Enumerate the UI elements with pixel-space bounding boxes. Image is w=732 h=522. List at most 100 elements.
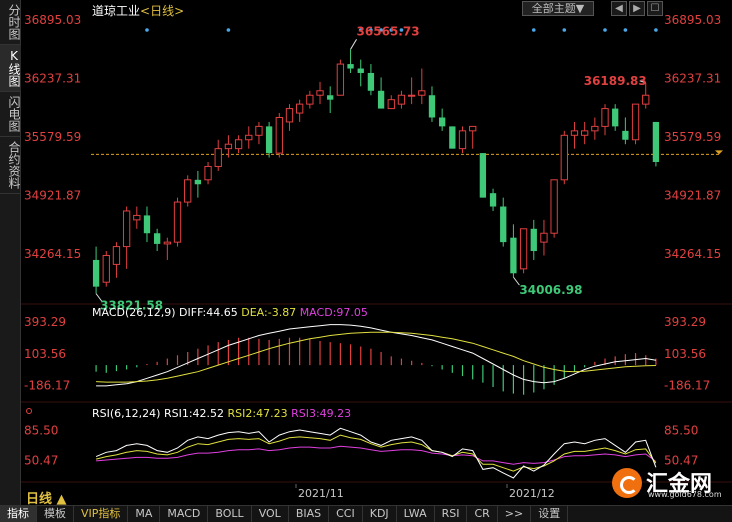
price-axis-label-right: 35579.59 [664, 130, 721, 144]
candle-body-down [439, 117, 446, 127]
date-label: 2021/11 [298, 487, 344, 500]
price-axis-label-right: 34921.87 [664, 189, 721, 203]
candle-body-up [560, 134, 568, 181]
candle-body-up [469, 125, 477, 132]
candle-body-up [285, 108, 294, 123]
candle-body-up [214, 148, 222, 167]
tab-boll[interactable]: BOLL [208, 506, 252, 522]
logo-site: www.gold678.com [648, 490, 722, 499]
rsi3-line [96, 445, 657, 465]
chart-area[interactable]: 36895.03 36895.03 36237.31 36237.31 35579.59… [21, 0, 732, 505]
prev-arrow-icon[interactable]: ◀ [611, 1, 627, 16]
candle-body-down [612, 108, 619, 127]
tab-lwa[interactable]: LWA [397, 506, 435, 522]
event-marker-dot [623, 28, 628, 32]
macd-params: MACD(26,12,9) [92, 306, 176, 319]
candle-body-down [428, 95, 436, 118]
candle-body-up [184, 179, 192, 203]
candle-body-down [489, 193, 497, 207]
tab-kdj[interactable]: KDJ [363, 506, 397, 522]
event-marker-dot [145, 28, 149, 32]
price-axis-label-right: 36895.03 [664, 13, 721, 27]
macd-axis-label-right: -186.17 [664, 379, 710, 393]
candle-body-down [143, 215, 151, 234]
rsi-params: RSI(6,12,24) [92, 407, 161, 420]
candle-body-down [327, 95, 334, 100]
low2-annotation: 34006.98 [519, 283, 582, 297]
theme-dropdown-button[interactable]: 全部主题▼ [522, 1, 594, 16]
price-axis-label-left: 35579.59 [24, 130, 81, 144]
price-axis-label-left: 34921.87 [24, 189, 81, 203]
candle-body-up [163, 241, 171, 245]
next-arrow-icon[interactable]: ▶ [629, 1, 645, 16]
candle-body-up [255, 125, 263, 136]
instrument-name: 道琼工业 [92, 4, 141, 18]
candle-body-up [173, 201, 182, 243]
tab-rsi[interactable]: RSI [435, 506, 468, 522]
macd-legend: MACD(26,12,9) DIFF:44.65 DEA:-3.87 MACD:… [92, 306, 368, 319]
indicator-tab-bar: 指标 模板 VIP指标 MA MACD BOLL VOL BIAS CCI KD… [0, 505, 732, 522]
rsi1-value: RSI1:42.52 [163, 407, 225, 420]
candle-body-up [296, 103, 304, 114]
rsi-settings-icon [26, 408, 32, 414]
brand-logo: 汇金网 www.gold678.com [612, 468, 722, 500]
event-marker-dot [531, 28, 536, 32]
tab-flash[interactable]: 闪电图 [0, 92, 21, 137]
tab-indicators[interactable]: 指标 [0, 506, 37, 522]
tab-timeshare[interactable]: 分时图 [0, 0, 21, 45]
tab-macd[interactable]: MACD [160, 506, 209, 522]
tab-cci[interactable]: CCI [329, 506, 363, 522]
macd-diff-value: DIFF:44.65 [179, 306, 238, 319]
candle-body-up [316, 90, 324, 96]
candle-body-up [550, 179, 558, 234]
macd-macd-value: MACD:97.05 [299, 306, 368, 319]
date-label: 2021/12 [509, 487, 555, 500]
tab-vol[interactable]: VOL [252, 506, 289, 522]
high2-annotation: 36189.83 [584, 74, 647, 88]
rsi3-value: RSI3:49.23 [291, 407, 352, 420]
event-marker-dot [562, 28, 567, 32]
event-marker-dot [654, 28, 658, 32]
event-marker-dot [603, 28, 607, 32]
tab-vip-indicators[interactable]: VIP指标 [74, 506, 129, 522]
candle-body-down [479, 153, 487, 198]
candle-body-down [652, 121, 660, 163]
tab-more[interactable]: >> [498, 506, 532, 522]
candle-body-up [397, 94, 406, 105]
tab-cr[interactable]: CR [467, 506, 498, 522]
candle-body-down [530, 228, 537, 252]
candle-body-down [194, 179, 202, 185]
candle-body-up [540, 232, 548, 243]
candle-body-up [112, 246, 121, 265]
tab-templates[interactable]: 模板 [37, 506, 74, 522]
macd-diff-line [96, 324, 656, 387]
candle-body-down [500, 206, 507, 243]
price-axis-label-right: 36237.31 [664, 72, 721, 86]
candle-body-up [234, 139, 243, 150]
price-axis-label-left: 36237.31 [24, 72, 81, 86]
candle-body-up [601, 108, 609, 127]
candle-body-down [622, 130, 629, 140]
candle-body-up [306, 94, 314, 105]
tab-settings[interactable]: 设置 [531, 506, 569, 522]
tab-contract-info[interactable]: 合约资料 [0, 137, 21, 194]
candle-body-up [122, 210, 131, 248]
rsi1-line [95, 427, 657, 479]
rsi-axis-label-left: 50.47 [24, 453, 58, 467]
candle-body-up [275, 116, 283, 154]
candle-body-up [407, 94, 416, 97]
event-marker-dot [226, 28, 231, 32]
price-axis-label-left: 34264.15 [24, 247, 81, 261]
candle-body-up [204, 165, 212, 181]
rsi2-line [95, 434, 657, 472]
candle-body-up [133, 214, 141, 221]
macd-dea-value: DEA:-3.87 [241, 306, 297, 319]
maximize-icon[interactable]: ☐ [647, 1, 663, 16]
period-indicator: <日线> [140, 4, 185, 18]
candle-body-up [458, 130, 467, 150]
tab-bias[interactable]: BIAS [289, 506, 330, 522]
tab-kline[interactable]: K线图 [0, 45, 21, 92]
candle-body-up [224, 143, 233, 150]
macd-axis-label-right: 103.56 [664, 347, 706, 361]
tab-ma[interactable]: MA [128, 506, 161, 522]
